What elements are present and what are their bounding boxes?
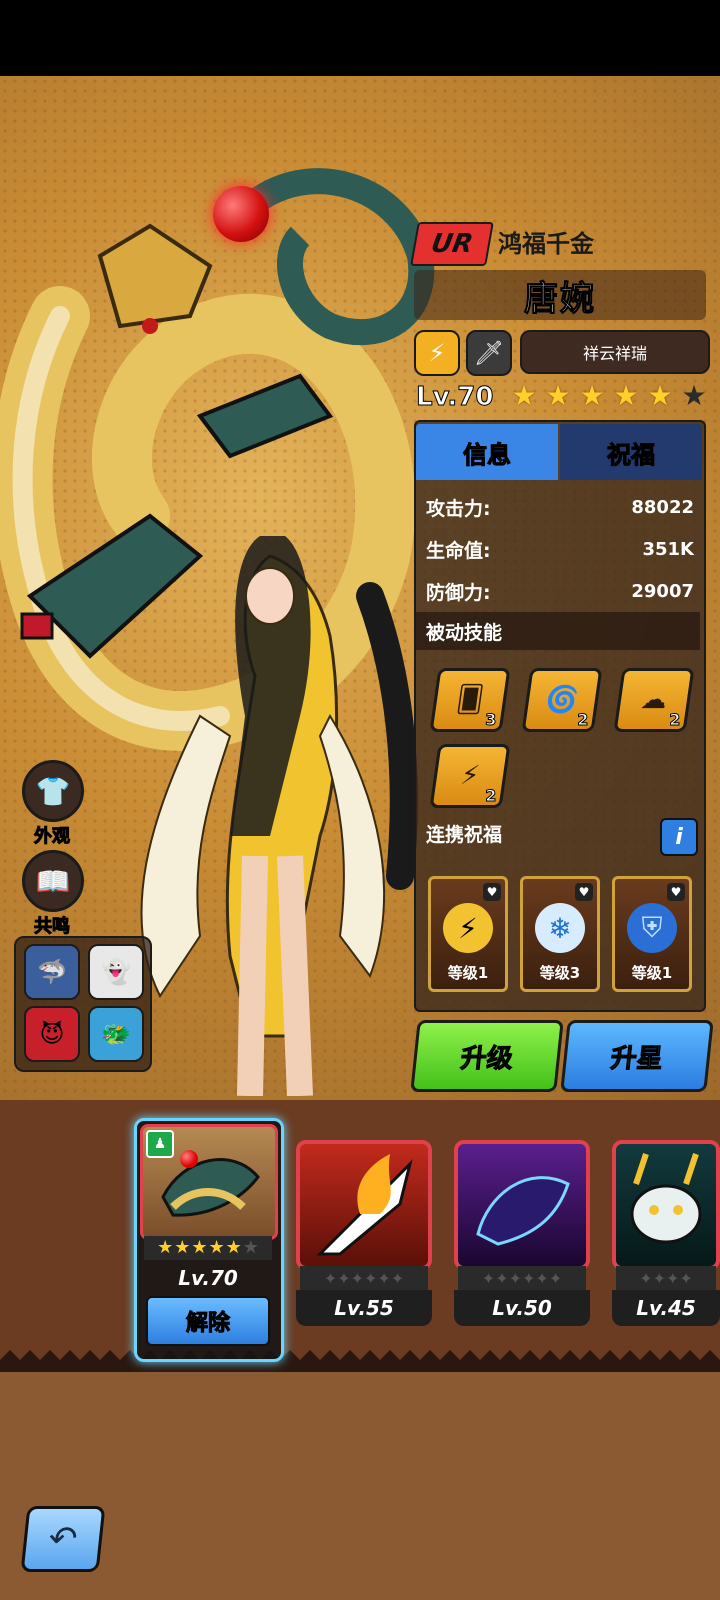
- snowflake-swirl-icon: ❄: [535, 903, 585, 953]
- shirt-icon: 👕: [22, 760, 84, 822]
- star-empty-icon: ★: [681, 379, 707, 412]
- heart-icon: ♥: [575, 883, 593, 901]
- equipment-level: Lv.45: [612, 1290, 720, 1326]
- equipment-level: Lv.55: [296, 1290, 432, 1326]
- equipment-stars: ✦✦✦✦✦✦: [458, 1266, 586, 1290]
- star-filled-icon: ★: [647, 379, 673, 412]
- tab-bless[interactable]: 祝福: [560, 424, 702, 480]
- stat-label: 攻击力:: [426, 497, 491, 520]
- star-filled-icon: ★: [157, 1237, 174, 1258]
- star-filled-icon: ★: [579, 379, 605, 412]
- star-empty-icon: ★: [242, 1237, 259, 1258]
- trait-badge[interactable]: 祥云祥瑞: [520, 330, 710, 374]
- bond-info-button[interactable]: i: [660, 818, 698, 856]
- equipment-card[interactable]: ✦✦✦✦✦✦ Lv.50: [454, 1140, 590, 1330]
- resonance-button[interactable]: 📖 共鸣: [22, 850, 84, 938]
- red-orb-icon: [213, 186, 269, 242]
- back-button[interactable]: ↶: [20, 1506, 106, 1572]
- hero-name-plate: 唐婉: [414, 270, 706, 320]
- hero-stars: ★ ★ ★ ★ ★ ★: [508, 380, 710, 412]
- pet-devil-icon[interactable]: 😈: [24, 1006, 80, 1062]
- bond-level: 等级1: [447, 964, 489, 982]
- upgrade-button[interactable]: 升级: [410, 1020, 564, 1092]
- star-filled-icon: ★: [545, 379, 571, 412]
- stat-value: 351K: [642, 538, 694, 560]
- skill-cloud-icon[interactable]: ☁ 2: [613, 668, 695, 732]
- heart-icon: ♥: [483, 883, 501, 901]
- star-filled-icon: ★: [511, 379, 537, 412]
- stat-attack: 攻击力: 88022: [420, 488, 700, 526]
- bond-level: 等级1: [631, 964, 673, 982]
- rarity-badge: UR: [410, 222, 494, 266]
- star-filled-icon: ★: [208, 1237, 225, 1258]
- equipment-stars: ✦✦✦✦: [616, 1266, 716, 1290]
- skill-cards-icon[interactable]: 🂠 3: [429, 668, 511, 732]
- back-arrow-icon: ↶: [46, 1519, 80, 1559]
- book-icon: 📖: [22, 850, 84, 912]
- release-button[interactable]: 解除: [146, 1296, 270, 1346]
- skill-count: 3: [485, 710, 497, 730]
- passive-skills-header: 被动技能: [416, 612, 700, 650]
- bond-card[interactable]: ♥ ⛨ 等级1: [612, 876, 692, 992]
- flame-spear-icon: [296, 1140, 432, 1270]
- stat-defense: 防御力: 29007: [420, 572, 700, 610]
- hero-name: 唐婉: [524, 278, 596, 319]
- skill-crack-icon[interactable]: ⚡ 2: [429, 744, 511, 808]
- stat-value: 29007: [631, 580, 694, 602]
- blue-shield-icon: ⛨: [627, 903, 677, 953]
- star-filled-icon: ★: [174, 1237, 191, 1258]
- equipment-level: Lv.70: [178, 1266, 238, 1290]
- equipment-card[interactable]: ✦✦✦✦ Lv.45: [612, 1140, 720, 1330]
- pet-blob-icon[interactable]: 🐲: [88, 1006, 144, 1062]
- equipment-stars: ✦✦✦✦✦✦: [300, 1266, 428, 1290]
- skill-count: 2: [485, 786, 497, 806]
- sword-icon[interactable]: 🗡: [466, 330, 512, 376]
- antler-beast-icon: [612, 1140, 720, 1270]
- bond-card[interactable]: ♥ ⚡ 等级1: [428, 876, 508, 992]
- lightning-icon[interactable]: ⚡: [414, 330, 460, 376]
- bond-blessing-header: 连携祝福: [426, 823, 503, 846]
- star-filled-icon: ★: [191, 1237, 208, 1258]
- lightning-creature-icon: ⚡: [443, 903, 493, 953]
- equipped-tag-icon: ♟: [146, 1130, 174, 1158]
- star-up-button[interactable]: 升星: [560, 1020, 714, 1092]
- skill-count: 2: [669, 710, 681, 730]
- equipment-stars: ★ ★ ★ ★ ★ ★: [144, 1236, 272, 1260]
- bond-level: 等级3: [539, 964, 581, 982]
- pet-shark-icon[interactable]: 🦈: [24, 944, 80, 1000]
- hero-level: Lv.70: [415, 382, 494, 413]
- appearance-button[interactable]: 👕 外观: [22, 760, 84, 848]
- resonance-label: 共鸣: [34, 916, 71, 938]
- stat-label: 防御力:: [426, 581, 491, 604]
- skill-count: 2: [577, 710, 589, 730]
- shadow-dragon-icon: [454, 1140, 590, 1270]
- pet-ghost-icon[interactable]: 👻: [88, 944, 144, 1000]
- red-orb-icon: [180, 1150, 198, 1168]
- skill-wind-swirl-icon[interactable]: 🌀 2: [521, 668, 603, 732]
- hero-title: 鸿福千金: [498, 230, 594, 258]
- equipment-card[interactable]: ✦✦✦✦✦✦ Lv.55: [296, 1140, 432, 1330]
- tab-info[interactable]: 信息: [416, 424, 558, 480]
- stat-label: 生命值:: [426, 539, 491, 562]
- stat-hp: 生命值: 351K: [420, 530, 700, 568]
- stat-value: 88022: [631, 496, 694, 518]
- star-filled-icon: ★: [225, 1237, 242, 1258]
- star-filled-icon: ★: [613, 379, 639, 412]
- equipment-level: Lv.50: [454, 1290, 590, 1326]
- heart-icon: ♥: [667, 883, 685, 901]
- bond-card[interactable]: ♥ ❄ 等级3: [520, 876, 600, 992]
- status-bar: [0, 0, 720, 76]
- appearance-label: 外观: [34, 826, 71, 848]
